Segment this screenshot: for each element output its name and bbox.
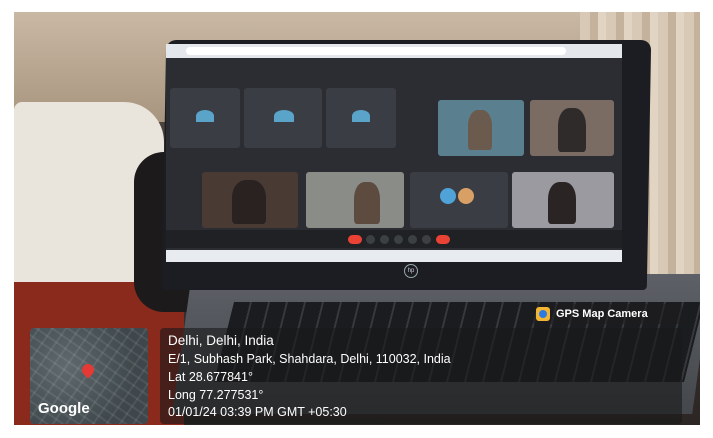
browser-bar <box>166 44 622 58</box>
more-options-button[interactable] <box>422 235 431 244</box>
participant-video <box>558 108 586 152</box>
location-pin-icon <box>79 361 97 379</box>
participant-tile <box>306 172 404 228</box>
avatar <box>196 110 214 122</box>
badge-label: GPS Map Camera <box>556 308 648 320</box>
present-button[interactable] <box>394 235 403 244</box>
participant-tile <box>244 88 322 148</box>
participant-tile <box>438 100 524 156</box>
laptop-screen <box>166 44 622 262</box>
hp-logo: hp <box>404 264 418 278</box>
meeting-controls <box>166 230 622 248</box>
avatar <box>274 110 294 122</box>
avatar <box>458 188 474 204</box>
participant-tile <box>530 100 614 156</box>
photo-frame: hp Google GPS Map Camera Delhi, Delhi, I… <box>0 0 713 438</box>
address-line: E/1, Subhash Park, Shahdara, Delhi, 1100… <box>168 352 451 366</box>
city-line: Delhi, Delhi, India <box>168 333 274 348</box>
latitude-line: Lat 28.677841° <box>168 370 253 384</box>
participant-tile <box>512 172 614 228</box>
participant-video <box>468 110 492 150</box>
longitude-line: Long 77.277531° <box>168 388 264 402</box>
gps-map-camera-badge: GPS Map Camera <box>532 304 682 324</box>
mic-button[interactable] <box>348 235 362 244</box>
google-logo: Google <box>38 400 90 417</box>
url-bar <box>186 47 566 55</box>
participant-tile <box>170 88 240 148</box>
participant-tile <box>326 88 396 148</box>
timestamp-line: 01/01/24 03:39 PM GMT +05:30 <box>168 405 347 419</box>
captions-button[interactable] <box>380 235 389 244</box>
participant-video <box>354 182 380 224</box>
participant-tile <box>410 172 508 228</box>
location-info-panel: Delhi, Delhi, India E/1, Subhash Park, S… <box>160 328 682 424</box>
map-thumbnail: Google <box>30 328 148 424</box>
raise-hand-button[interactable] <box>408 235 417 244</box>
participant-video <box>232 180 266 224</box>
participant-video <box>548 182 576 224</box>
leave-call-button[interactable] <box>436 235 450 244</box>
avatar <box>440 188 456 204</box>
participant-tile <box>202 172 298 228</box>
taskbar <box>166 250 622 262</box>
avatar <box>352 110 370 122</box>
camera-button[interactable] <box>366 235 375 244</box>
gps-camera-app-icon <box>536 307 550 321</box>
